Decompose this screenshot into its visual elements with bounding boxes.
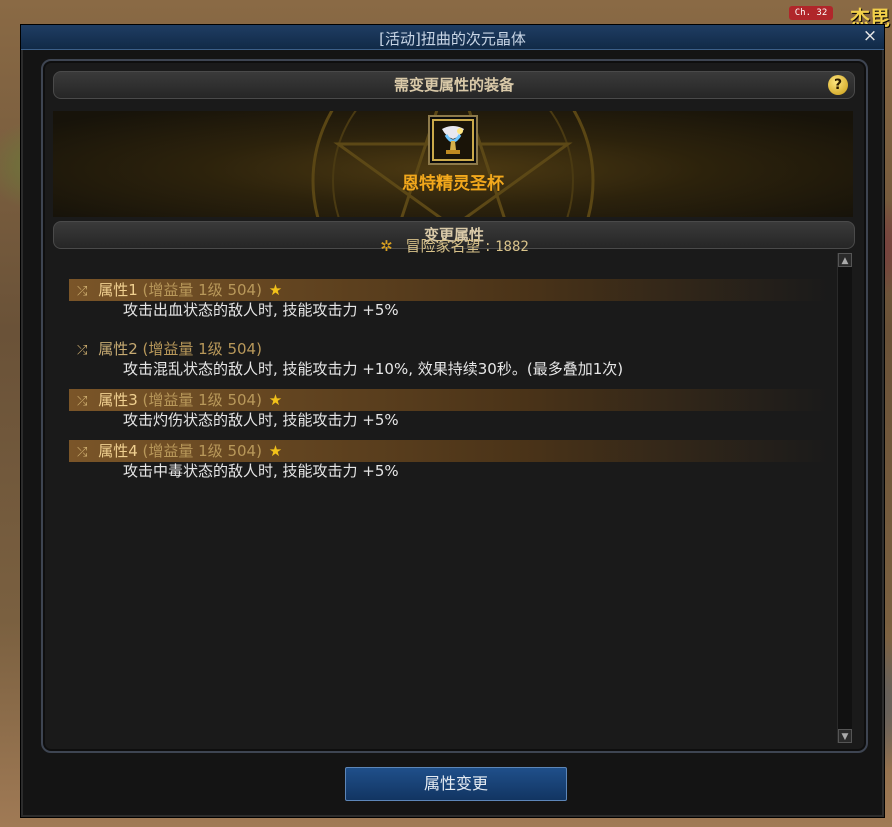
scrollbar[interactable]: ▲ ▼ — [837, 253, 852, 743]
fame-row: ✲ 冒险家名望 : 1882 — [43, 235, 866, 256]
attribute-description: 攻击出血状态的敌人时, 技能攻击力 +5% — [123, 301, 399, 319]
equipment-header: 需变更属性的装备 ? — [53, 71, 855, 99]
star-icon: ★ — [268, 442, 283, 460]
fame-label: 冒险家名望 : — [405, 237, 496, 255]
attribute-header: ⤮ 属性4 (增益量 1级 504) ★ — [69, 440, 829, 462]
help-icon[interactable]: ? — [828, 75, 848, 95]
attribute-label: 属性3 — [98, 391, 138, 409]
attribute-meta: (增益量 1级 504) — [142, 442, 262, 460]
attribute-meta: (增益量 1级 504) — [142, 340, 262, 358]
window-title: [活动]扭曲的次元晶体 — [379, 30, 526, 48]
attribute-label: 属性2 — [98, 340, 138, 358]
attribute-item-4[interactable]: ⤮ 属性4 (增益量 1级 504) ★ 攻击中毒状态的敌人时, 技能攻击力 +… — [69, 440, 829, 481]
shuffle-icon: ⤮ — [77, 394, 88, 409]
attribute-meta: (增益量 1级 504) — [142, 391, 262, 409]
scroll-up-button[interactable]: ▲ — [838, 253, 852, 267]
shuffle-icon: ⤮ — [77, 284, 88, 299]
attribute-header: ⤮ 属性2 (增益量 1级 504) — [69, 338, 829, 360]
item-name: 恩特精灵圣杯 — [402, 174, 504, 194]
item-slot[interactable] — [428, 115, 478, 165]
attribute-item-1[interactable]: ⤮ 属性1 (增益量 1级 504) ★ 攻击出血状态的敌人时, 技能攻击力 +… — [69, 279, 829, 320]
window-titlebar[interactable]: [活动]扭曲的次元晶体 × — [21, 25, 884, 50]
fame-value: 1882 — [495, 239, 529, 255]
attribute-list: ⤮ 属性1 (增益量 1级 504) ★ 攻击出血状态的敌人时, 技能攻击力 +… — [69, 279, 829, 491]
attribute-label: 属性4 — [98, 442, 138, 460]
attribute-label: 属性1 — [98, 281, 138, 299]
attribute-description: 攻击混乱状态的敌人时, 技能攻击力 +10%, 效果持续30秒。(最多叠加1次) — [123, 360, 624, 378]
channel-badge: Ch. 32 — [789, 6, 833, 20]
star-icon: ★ — [268, 281, 283, 299]
shuffle-icon: ⤮ — [77, 343, 88, 358]
attribute-description: 攻击中毒状态的敌人时, 技能攻击力 +5% — [123, 462, 399, 480]
attribute-item-2[interactable]: ⤮ 属性2 (增益量 1级 504) 攻击混乱状态的敌人时, 技能攻击力 +10… — [69, 338, 829, 379]
attribute-header: ⤮ 属性1 (增益量 1级 504) ★ — [69, 279, 829, 301]
attribute-item-3[interactable]: ⤮ 属性3 (增益量 1级 504) ★ 攻击灼伤状态的敌人时, 技能攻击力 +… — [69, 389, 829, 430]
equipment-display: 恩特精灵圣杯 — [53, 111, 853, 217]
scroll-down-button[interactable]: ▼ — [838, 729, 852, 743]
attribute-header: ⤮ 属性3 (增益量 1级 504) ★ — [69, 389, 829, 411]
chalice-icon — [432, 119, 474, 161]
attribute-description: 攻击灼伤状态的敌人时, 技能攻击力 +5% — [123, 411, 399, 429]
shuffle-icon: ⤮ — [77, 445, 88, 460]
equipment-header-label: 需变更属性的装备 — [393, 76, 514, 94]
close-icon[interactable]: × — [860, 26, 880, 46]
content-frame: 需变更属性的装备 ? 恩特精灵圣杯 变更属性 ✲ 冒险家名望: 1882 ▲ … — [41, 59, 868, 753]
star-icon: ★ — [268, 391, 283, 409]
change-attribute-button[interactable]: 属性变更 — [345, 767, 567, 801]
dimension-crystal-window: [活动]扭曲的次元晶体 × 需变更属性的装备 ? 恩特精灵圣杯 变更属性 ✲ 冒… — [20, 24, 885, 818]
fame-icon: ✲ — [380, 237, 393, 255]
attribute-meta: (增益量 1级 504) — [142, 281, 262, 299]
